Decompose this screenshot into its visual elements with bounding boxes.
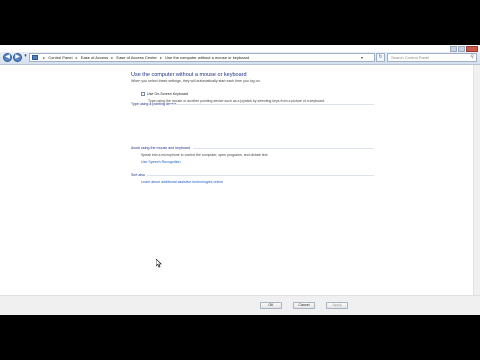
chevron-down-icon[interactable]: ▾ xyxy=(361,54,363,61)
breadcrumb-ease-of-access-center[interactable]: Ease of Access Center xyxy=(116,55,156,60)
cancel-button[interactable]: Cancel xyxy=(293,302,315,309)
breadcrumb-separator: ▸ xyxy=(160,55,163,60)
section-header-see-also: See also xyxy=(131,173,374,177)
section-divider xyxy=(193,148,374,149)
search-icon[interactable]: ⚲ xyxy=(470,54,474,61)
breadcrumb-separator: ▸ xyxy=(111,55,114,60)
section-header-label: See also xyxy=(131,173,145,177)
address-bar[interactable]: ▸ Control Panel ▸ Ease of Access ▸ Ease … xyxy=(29,53,375,62)
back-button[interactable]: ◀ xyxy=(3,53,12,62)
assistive-technologies-link[interactable]: Learn about additional assistive technol… xyxy=(141,180,223,184)
breadcrumb-current-page[interactable]: Use the computer without a mouse or keyb… xyxy=(165,55,249,60)
search-input[interactable]: Search Control Panel ⚲ xyxy=(387,53,477,62)
ok-button[interactable]: OK xyxy=(260,302,282,309)
on-screen-keyboard-description: Type using the mouse or another pointing… xyxy=(148,99,326,103)
breadcrumb-separator: ▸ xyxy=(75,55,78,60)
speech-recognition-description: Speak into a microphone to control the c… xyxy=(141,153,269,157)
apply-button[interactable]: Apply xyxy=(326,302,348,309)
speech-recognition-link[interactable]: Use Speech Recognition xyxy=(141,160,181,164)
navigation-bar: ◀ ▶ ▾ ▸ Control Panel ▸ Ease of Access ▸… xyxy=(0,52,480,65)
breadcrumb-ease-of-access[interactable]: Ease of Access xyxy=(81,55,108,60)
on-screen-keyboard-checkbox[interactable] xyxy=(141,92,145,96)
page-title: Use the computer without a mouse or keyb… xyxy=(131,72,247,78)
control-panel-icon xyxy=(32,55,38,60)
breadcrumb-control-panel[interactable]: Control Panel xyxy=(48,55,72,60)
recent-pages-button[interactable]: ▾ xyxy=(23,53,28,62)
refresh-icon[interactable]: ↻ xyxy=(376,53,385,62)
search-placeholder: Search Control Panel xyxy=(391,55,430,60)
page-content: Use the computer without a mouse or keyb… xyxy=(0,65,480,295)
section-header-avoid-mouse-keyboard: Avoid using the mouse and keyboard xyxy=(131,146,374,150)
breadcrumb-separator: ▸ xyxy=(43,55,46,60)
section-divider xyxy=(169,104,374,105)
dialog-button-bar: OK Cancel Apply xyxy=(0,295,480,315)
vertical-scrollbar[interactable] xyxy=(473,65,480,295)
control-panel-window: ◀ ▶ ▾ ▸ Control Panel ▸ Ease of Access ▸… xyxy=(0,45,480,315)
mouse-pointer-icon xyxy=(156,259,162,268)
page-subtitle: When you select these settings, they wil… xyxy=(131,79,261,83)
on-screen-keyboard-label[interactable]: Use On-Screen Keyboard xyxy=(147,92,188,96)
section-header-label: Avoid using the mouse and keyboard xyxy=(131,146,191,150)
forward-button[interactable]: ▶ xyxy=(13,53,22,62)
section-divider xyxy=(147,175,374,176)
